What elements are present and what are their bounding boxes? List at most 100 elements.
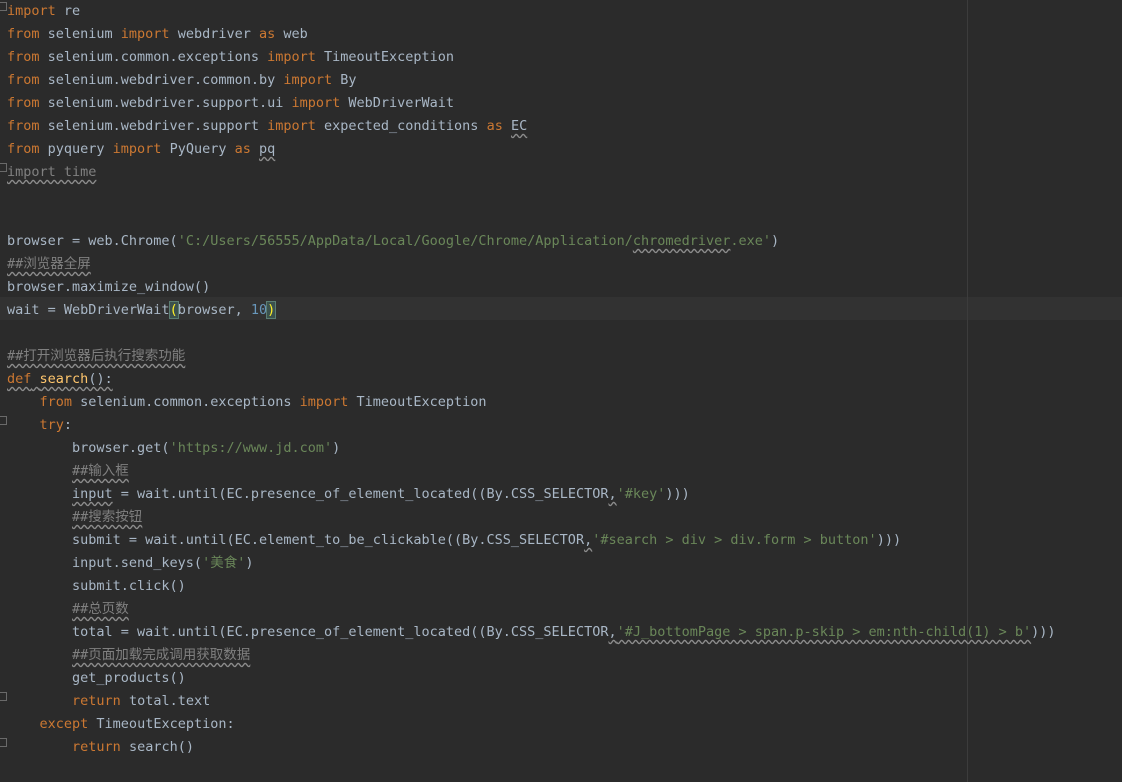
code-token: def — [7, 371, 32, 387]
code-line[interactable]: from selenium.webdriver.support.ui impor… — [7, 92, 454, 115]
code-token: wait = WebDriverWait — [7, 302, 170, 318]
code-token: selenium.webdriver.common.by — [39, 72, 284, 88]
code-line[interactable]: ##总页数 — [7, 598, 129, 621]
code-token: ))) — [665, 486, 690, 502]
code-token: input.send_keys( — [7, 555, 203, 571]
code-token: from — [7, 118, 40, 134]
code-token: submit.click() — [7, 578, 186, 594]
code-token: as — [258, 26, 276, 42]
code-line[interactable]: get_products() — [7, 667, 186, 690]
code-token: browser.get( — [7, 440, 170, 456]
code-token: from — [39, 394, 73, 410]
code-line[interactable]: ##打开浏览器后执行搜索功能 — [7, 345, 185, 368]
code-line[interactable]: browser = web.Chrome('C:/Users/56555/App… — [7, 230, 779, 253]
code-token: (): — [88, 371, 113, 387]
code-line[interactable]: input.send_keys('美食') — [7, 552, 253, 575]
code-line[interactable]: browser.maximize_window() — [7, 276, 210, 299]
code-token: ##搜索按钮 — [72, 509, 143, 525]
code-line[interactable]: except TimeoutException: — [7, 713, 235, 736]
code-line[interactable]: from selenium.common.exceptions import T… — [7, 391, 487, 414]
code-line[interactable]: submit = wait.until(EC.element_to_be_cli… — [7, 529, 901, 552]
code-token: WebDriverWait — [340, 95, 455, 111]
code-token: total.text — [120, 693, 211, 709]
code-token: selenium.webdriver.support.ui — [39, 95, 292, 111]
code-line[interactable]: from pyquery import PyQuery as pq — [7, 138, 275, 161]
code-token: import — [299, 394, 349, 410]
code-token: import — [112, 141, 162, 157]
code-line[interactable]: from selenium.webdriver.support import e… — [7, 115, 527, 138]
code-line[interactable]: import time — [7, 161, 96, 184]
code-token: TimeoutException — [348, 394, 487, 410]
code-line[interactable]: return total.text — [7, 690, 210, 713]
code-token: webdriver — [169, 26, 259, 42]
code-token: ) — [771, 233, 780, 249]
fold-marker-icon[interactable] — [0, 692, 7, 701]
code-token: except — [39, 716, 89, 732]
code-token: web — [275, 26, 308, 42]
code-token: get_products() — [7, 670, 186, 686]
code-token: TimeoutException: — [88, 716, 235, 732]
code-token: ##页面加载完成调用获取数据 — [72, 647, 251, 663]
fold-marker-icon[interactable] — [0, 2, 7, 11]
code-token: selenium.webdriver.support — [39, 118, 268, 134]
code-line[interactable]: from selenium import webdriver as web — [7, 23, 308, 46]
code-token: import — [291, 95, 341, 111]
code-token: selenium — [39, 26, 121, 42]
code-line[interactable]: from selenium.webdriver.common.by import… — [7, 69, 357, 92]
code-token: expected_conditions — [315, 118, 487, 134]
code-token: pyquery — [39, 141, 113, 157]
code-token: pq — [259, 141, 276, 157]
code-token: ##浏览器全屏 — [7, 256, 91, 272]
code-token: ##输入框 — [72, 463, 129, 479]
fold-marker-icon[interactable] — [0, 416, 7, 425]
code-token: return — [72, 693, 121, 709]
code-token: import — [283, 72, 333, 88]
code-token: try — [39, 417, 64, 433]
code-token: , — [584, 532, 593, 548]
code-token: input — [72, 486, 113, 502]
code-token: from — [7, 95, 40, 111]
code-token: search — [39, 371, 89, 387]
code-token: import — [120, 26, 170, 42]
code-line[interactable]: browser.get('https://www.jd.com') — [7, 437, 340, 460]
code-line[interactable]: def search(): — [7, 368, 113, 391]
code-token: '美食' — [202, 555, 246, 571]
code-line[interactable]: wait = WebDriverWait(browser, 10) — [7, 299, 277, 322]
code-line[interactable]: import re — [7, 0, 80, 23]
fold-marker-icon[interactable] — [0, 738, 7, 747]
code-line[interactable]: ##浏览器全屏 — [7, 253, 91, 276]
code-editor[interactable]: import re from selenium import webdriver … — [0, 0, 1122, 782]
code-token: ##总页数 — [72, 601, 129, 617]
code-line[interactable]: ##搜索按钮 — [7, 506, 142, 529]
code-token: 10 — [250, 302, 268, 318]
code-token: : — [63, 417, 73, 433]
code-token: ))) — [876, 532, 902, 548]
code-token: = wait.until(EC.presence_of_element_loca… — [112, 486, 609, 502]
code-line[interactable]: total = wait.until(EC.presence_of_elemen… — [7, 621, 1055, 644]
code-token: PyQuery — [161, 141, 235, 157]
code-token: import — [267, 49, 316, 65]
code-line[interactable]: from selenium.common.exceptions import T… — [7, 46, 454, 69]
fold-marker-icon[interactable] — [0, 163, 7, 172]
code-token: ) — [266, 301, 277, 319]
code-line[interactable]: try: — [7, 414, 73, 437]
code-line[interactable]: ##输入框 — [7, 460, 129, 483]
code-token: from — [7, 72, 40, 88]
right-margin-guide — [967, 0, 968, 782]
code-line[interactable]: submit.click() — [7, 575, 186, 598]
code-line[interactable]: input = wait.until(EC.presence_of_elemen… — [7, 483, 690, 506]
code-token: , — [608, 624, 617, 640]
code-token: ( — [168, 301, 179, 319]
code-token: By — [332, 72, 357, 88]
code-line[interactable]: ##页面加载完成调用获取数据 — [7, 644, 250, 667]
code-token: submit = wait.until(EC.element_to_be_cli… — [7, 532, 585, 548]
code-line[interactable]: return search() — [7, 736, 194, 759]
code-token: '#search > div > div.form > button' — [592, 532, 877, 548]
